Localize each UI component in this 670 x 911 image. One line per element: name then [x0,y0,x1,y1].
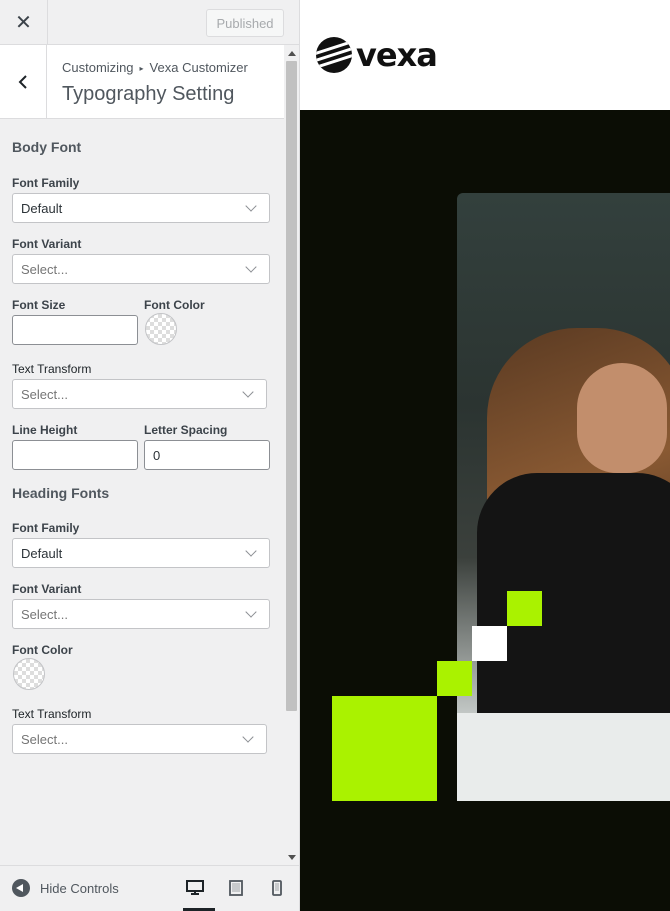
tablet-icon [229,880,243,896]
sidebar-scrollbar[interactable] [284,45,299,865]
close-icon: ✕ [15,12,32,34]
back-button[interactable] [0,45,47,118]
heading-font-variant-label: Font Variant [12,582,82,596]
desktop-icon [186,880,204,895]
body-font-color-swatch[interactable] [145,313,177,345]
breadcrumb-root: Customizing [62,60,134,75]
site-preview: vexa [300,0,670,911]
scroll-up-icon[interactable] [284,47,299,59]
chevron-left-icon [18,74,27,89]
body-text-transform-label: Text Transform [12,362,92,376]
chevron-down-icon [245,545,257,557]
scroll-down-icon[interactable] [284,851,299,863]
breadcrumb-parent: Vexa Customizer [149,60,248,75]
published-button[interactable]: Published [206,9,284,37]
breadcrumb-separator-icon: ▸ [139,64,144,73]
body-font-heading: Body Font [12,139,82,155]
section-title: Typography Setting [62,83,235,105]
heading-font-variant-placeholder: Select... [21,606,68,622]
chevron-down-icon [245,200,257,212]
body-font-size-input[interactable] [12,315,138,345]
site-logo[interactable]: vexa [316,36,438,74]
hide-controls-button[interactable]: Hide Controls [12,879,119,897]
body-font-color-label: Font Color [144,298,205,312]
hide-controls-label: Hide Controls [40,880,119,896]
customizer-footer: Hide Controls [0,865,299,911]
accent-square-small [507,591,542,626]
body-font-family-value: Default [21,200,63,216]
customizer-topbar: ✕ Published [0,0,299,45]
heading-text-transform-label: Text Transform [12,707,92,721]
heading-font-variant-select[interactable]: Select... [12,599,270,629]
body-font-variant-placeholder: Select... [21,261,68,277]
body-letter-spacing-input[interactable]: 0 [144,440,270,470]
chevron-down-icon [242,731,254,743]
body-line-height-input[interactable] [12,440,138,470]
heading-font-color-swatch[interactable] [13,658,45,690]
collapse-arrow-icon [12,879,30,897]
close-customizer-button[interactable]: ✕ [0,0,48,45]
preview-mobile-button[interactable] [263,876,291,900]
body-font-variant-label: Font Variant [12,237,82,251]
chevron-down-icon [245,606,257,618]
heading-font-color-label: Font Color [12,643,73,657]
hero-section [300,110,670,911]
heading-fonts-heading: Heading Fonts [12,485,110,501]
section-header: Customizing ▸ Vexa Customizer Typography S… [0,45,284,119]
site-header: vexa [300,0,670,110]
hero-image [457,193,670,801]
white-square [472,626,507,661]
heading-text-transform-placeholder: Select... [21,731,68,747]
scrollbar-thumb[interactable] [286,61,297,711]
logo-text: vexa [356,36,438,74]
mobile-icon [272,880,282,896]
preview-tablet-button[interactable] [222,876,250,900]
breadcrumb: Customizing ▸ Vexa Customizer [62,60,248,75]
body-line-height-label: Line Height [12,423,78,437]
heading-font-family-value: Default [21,545,63,561]
body-font-family-label: Font Family [12,176,80,190]
customizer-sidebar: ✕ Published Customizing ▸ Vexa Customizer … [0,0,300,911]
body-font-family-select[interactable]: Default [12,193,270,223]
heading-text-transform-select[interactable]: Select... [12,724,267,754]
body-text-transform-select[interactable]: Select... [12,379,267,409]
body-font-size-label: Font Size [12,298,66,312]
body-font-variant-select[interactable]: Select... [12,254,270,284]
body-letter-spacing-label: Letter Spacing [144,423,228,437]
chevron-down-icon [245,261,257,273]
heading-font-family-label: Font Family [12,521,80,535]
heading-font-family-select[interactable]: Default [12,538,270,568]
body-text-transform-placeholder: Select... [21,386,68,402]
accent-square-small [437,661,472,696]
preview-desktop-button[interactable] [181,876,215,911]
chevron-down-icon [242,386,254,398]
accent-square-large [332,696,437,801]
vexa-logo-icon [316,37,352,73]
